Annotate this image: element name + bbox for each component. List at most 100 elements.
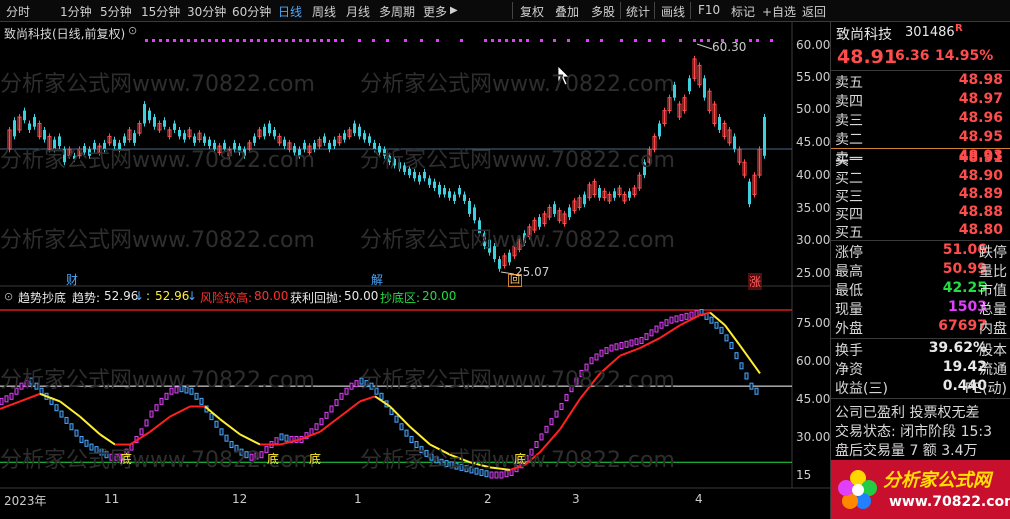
candle-body xyxy=(143,104,146,124)
title-settings-icon[interactable]: ⊙ xyxy=(128,24,137,37)
jie-event-marker[interactable]: 解 xyxy=(371,271,383,288)
mark-button[interactable]: 标记 xyxy=(731,3,755,20)
bottom-signal-label: 底 xyxy=(120,452,133,466)
oscillator-bar xyxy=(349,382,354,390)
quote-panel: 致尚科技 301486 R 48.91 6.36 14.95% 公司已盈利 投票… xyxy=(830,22,1010,519)
signal-dot xyxy=(540,39,543,42)
candle-body xyxy=(358,126,361,137)
candle-body xyxy=(553,204,556,214)
indicator-settings-icon[interactable]: ⊙ xyxy=(4,290,13,303)
candle-body xyxy=(363,133,366,140)
oscillator-bar xyxy=(684,312,689,320)
trend-line-segment xyxy=(619,347,641,357)
ask-row: 卖二 48.95 xyxy=(835,129,1007,148)
candle-body xyxy=(718,117,721,130)
time-tick: 2023年 xyxy=(4,494,47,508)
add-watchlist-button[interactable]: +自选 xyxy=(762,3,796,20)
bid-row: 买一 48.91 xyxy=(835,150,1007,169)
candle-body xyxy=(13,120,16,137)
signal-dot xyxy=(215,39,218,42)
oscillator-bar xyxy=(634,338,639,346)
signal-dot xyxy=(292,39,295,42)
period-fenshi-tab[interactable]: 分时 xyxy=(6,3,30,20)
f10-button[interactable]: F10 xyxy=(698,3,720,17)
candle-body xyxy=(733,136,736,150)
oscillator-bar xyxy=(679,314,684,322)
overlay-button[interactable]: 叠加 xyxy=(555,3,579,20)
indicator-name[interactable]: 趋势抄底 xyxy=(18,289,66,306)
signal-dot xyxy=(567,39,570,42)
hui-event-marker[interactable]: 回 xyxy=(508,274,522,287)
bid-row-value: 48.88 xyxy=(958,204,1003,220)
signal-dot xyxy=(600,39,603,42)
signal-dot xyxy=(707,39,710,42)
period-60min-tab[interactable]: 60分钟 xyxy=(232,3,271,20)
period-daily-tab[interactable]: 日线 xyxy=(278,3,302,20)
brand-logo: 分析家公式网 www.70822.com xyxy=(831,460,1010,519)
back-button[interactable]: 返回 xyxy=(802,3,826,20)
ask-row: 卖三 48.96 xyxy=(835,110,1007,129)
period-monthly-tab[interactable]: 月线 xyxy=(346,3,370,20)
zhang-event-marker[interactable]: 涨 xyxy=(748,273,763,290)
period-multi-tab[interactable]: 多周期 xyxy=(379,3,415,20)
trend-line-segment xyxy=(359,395,376,403)
trend-value-2: 52.96 xyxy=(155,289,190,303)
signal-dot xyxy=(586,39,589,42)
toolbar: 分时 1分钟 5分钟 15分钟 30分钟 60分钟 日线 周线 月线 多周期 更… xyxy=(0,0,1010,22)
bottom-zone-label: 抄底区: xyxy=(380,291,421,305)
signal-dot xyxy=(770,39,773,42)
time-tick: 11 xyxy=(104,492,120,506)
candle-body xyxy=(458,188,461,195)
oscillator-bar xyxy=(199,397,204,405)
down-arrow-icon: ↓ xyxy=(187,289,198,303)
oscillator-bar xyxy=(394,415,399,423)
stat-row-label: 最低 xyxy=(835,283,863,299)
signal-dot xyxy=(208,39,211,42)
draw-line-button[interactable]: 画线 xyxy=(661,3,685,20)
trend-line-segment xyxy=(79,415,101,436)
signal-dot xyxy=(306,39,309,42)
oscillator-bar xyxy=(624,340,629,348)
period-1min-tab[interactable]: 1分钟 xyxy=(60,3,92,20)
oscillator-bar xyxy=(149,410,154,418)
oscillator-bar xyxy=(639,336,644,344)
ask-row-value: 48.95 xyxy=(958,129,1003,145)
bid-row: 买二 48.90 xyxy=(835,168,1007,187)
watermark-text: 分析家公式网www.70822.com xyxy=(360,368,675,393)
price-tick: 60.00 xyxy=(796,38,831,52)
oscillator-bar xyxy=(279,433,284,441)
ask-row: 卖四 48.97 xyxy=(835,91,1007,110)
oscillator-bar xyxy=(319,418,324,426)
bid-row-value: 48.91 xyxy=(958,150,1003,166)
fuquan-button[interactable]: 复权 xyxy=(520,3,544,20)
bid-row: 买五 48.80 xyxy=(835,222,1007,241)
trend-line-segment xyxy=(149,415,171,433)
stats-button[interactable]: 统计 xyxy=(626,3,650,20)
period-more-tab[interactable]: 更多 xyxy=(423,3,447,20)
signal-dot xyxy=(320,39,323,42)
cai-event-marker[interactable]: 财 xyxy=(66,271,78,288)
signal-dot xyxy=(358,39,361,42)
stat-row-label2: 内盘 xyxy=(979,321,1007,337)
multi-stock-button[interactable]: 多股 xyxy=(591,3,615,20)
stat2-row: 净资 19.42 流通 xyxy=(835,359,1007,378)
signal-dot xyxy=(222,39,225,42)
more-chevron-icon[interactable]: ▶ xyxy=(450,5,458,16)
stat-row-label2: 量比 xyxy=(979,264,1007,280)
oscillator-bar xyxy=(324,411,329,419)
oscillator-bar xyxy=(559,402,564,410)
stat-row: 外盘 67697 内盘 xyxy=(835,318,1007,337)
candle-body xyxy=(763,117,766,156)
oscillator-bar xyxy=(69,423,74,431)
period-weekly-tab[interactable]: 周线 xyxy=(312,3,336,20)
chart-area[interactable]: 致尚科技(日线,前复权) ⊙ 60.00 55.00 50.00 45.00 4… xyxy=(0,22,830,519)
period-15min-tab[interactable]: 15分钟 xyxy=(141,3,180,20)
signal-dot xyxy=(264,39,267,42)
stat2-row-label: 收益(三) xyxy=(835,381,888,397)
period-5min-tab[interactable]: 5分钟 xyxy=(100,3,132,20)
signal-dot xyxy=(341,39,344,42)
signal-dot xyxy=(404,39,407,42)
oscillator-bar xyxy=(539,433,544,441)
period-30min-tab[interactable]: 30分钟 xyxy=(187,3,226,20)
candle-body xyxy=(323,136,326,143)
